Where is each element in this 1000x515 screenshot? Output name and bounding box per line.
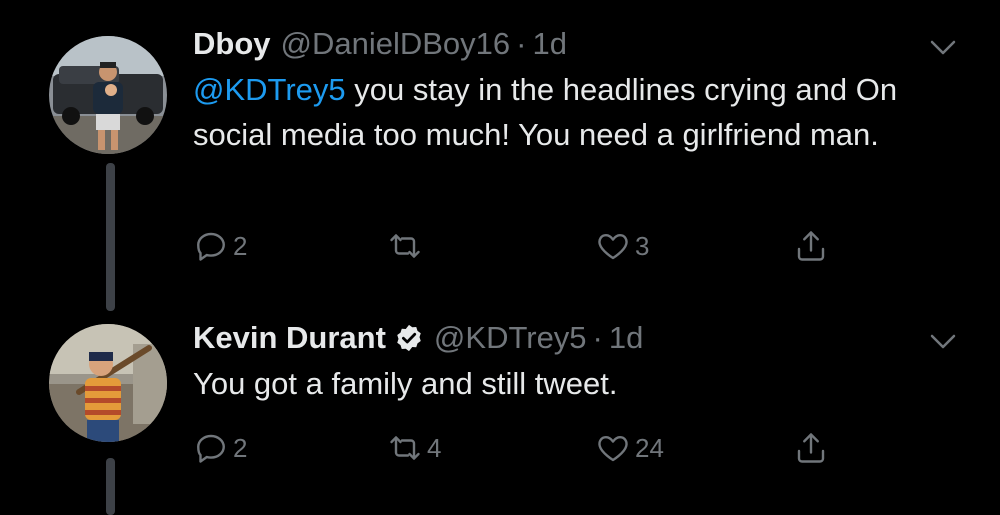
tweet-header: Dboy @DanielDBoy16 · 1d xyxy=(193,24,960,64)
retweet-button[interactable] xyxy=(387,228,427,264)
reply-count: 2 xyxy=(233,230,248,261)
tweet-content: Kevin Durant @KDTrey5 · 1d You got a fam… xyxy=(193,318,960,406)
retweet-icon xyxy=(390,436,420,460)
like-button[interactable]: 3 xyxy=(595,228,649,264)
reply-button[interactable]: 2 xyxy=(193,228,247,264)
mention-link[interactable]: @KDTrey5 xyxy=(193,72,346,107)
timestamp[interactable]: 1d xyxy=(609,318,643,358)
heart-icon xyxy=(598,436,628,462)
retweet-count: 4 xyxy=(427,432,442,463)
reply-button[interactable]: 2 xyxy=(193,430,247,466)
display-name[interactable]: Kevin Durant xyxy=(193,318,386,358)
like-button[interactable]: 24 xyxy=(595,430,664,466)
share-icon xyxy=(797,231,825,261)
reply-icon xyxy=(197,232,225,261)
like-count: 3 xyxy=(635,230,650,261)
avatar[interactable] xyxy=(49,36,167,154)
retweet-icon xyxy=(390,234,420,258)
reply-count: 2 xyxy=(233,432,248,463)
share-icon xyxy=(797,433,825,463)
share-button[interactable] xyxy=(793,228,829,264)
tweet-original[interactable]: Kevin Durant @KDTrey5 · 1d You got a fam… xyxy=(0,310,1000,515)
tweet-actions: 2 4 24 xyxy=(193,430,853,470)
separator-dot: · xyxy=(592,320,603,355)
tweet-actions: 2 3 xyxy=(193,228,853,268)
tweet-text: You got a family and still tweet. xyxy=(193,366,618,401)
share-button[interactable] xyxy=(793,430,829,466)
avatar-man-with-baby-by-truck-icon xyxy=(49,36,167,154)
user-handle[interactable]: @KDTrey5 xyxy=(434,318,587,358)
like-count: 24 xyxy=(635,432,664,463)
retweet-button[interactable]: 4 xyxy=(387,430,441,466)
separator-dot: · xyxy=(516,26,527,61)
tweet-header: Kevin Durant @KDTrey5 · 1d xyxy=(193,318,960,358)
timestamp[interactable]: 1d xyxy=(532,24,566,64)
avatar[interactable] xyxy=(49,324,167,442)
heart-icon xyxy=(598,234,628,260)
chevron-down-icon[interactable] xyxy=(930,334,956,350)
tweet-text: @KDTrey5 you stay in the headlines cryin… xyxy=(193,67,960,157)
tweet-reply[interactable]: Dboy @DanielDBoy16 · 1d @KDTrey5 you sta… xyxy=(0,0,1000,310)
avatar-kid-with-baseball-bat-icon xyxy=(49,324,167,442)
user-handle[interactable]: @DanielDBoy16 xyxy=(281,24,511,64)
reply-icon xyxy=(197,434,225,463)
tweet-content: Dboy @DanielDBoy16 · 1d @KDTrey5 you sta… xyxy=(193,24,960,157)
display-name[interactable]: Dboy xyxy=(193,24,271,64)
verified-badge-icon xyxy=(397,324,421,352)
chevron-down-icon[interactable] xyxy=(930,40,956,56)
